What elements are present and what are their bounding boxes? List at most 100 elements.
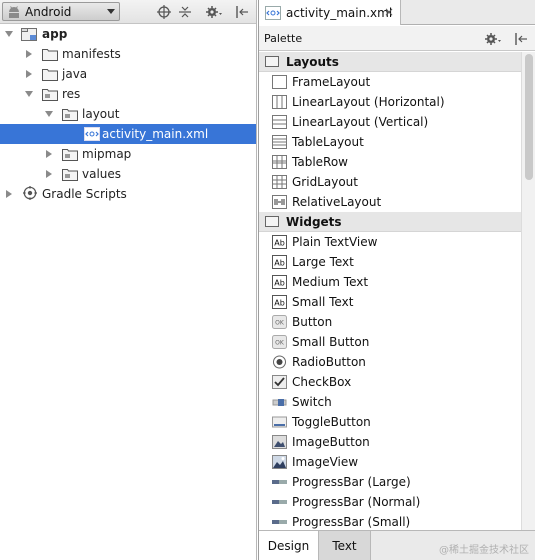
tree-item-res[interactable]: res (0, 84, 256, 104)
tree-item-java[interactable]: java (0, 64, 256, 84)
tree-label-res: res (62, 87, 81, 101)
palette-item-label: Switch (292, 395, 332, 409)
tree-label-manifests: manifests (62, 47, 121, 61)
palette-item-label: RelativeLayout (292, 195, 382, 209)
section-label-widgets: Widgets (286, 214, 342, 229)
watermark: @稀土掘金技术社区 (439, 545, 529, 556)
palette-item[interactable]: ImageButton (259, 432, 521, 452)
project-view-selector[interactable]: Android (2, 2, 120, 21)
palette-item[interactable]: CheckBox (259, 372, 521, 392)
chevron-down-icon[interactable] (25, 91, 33, 97)
svg-text:Ab: Ab (274, 259, 285, 268)
palette-item[interactable]: ProgressBar (Normal) (259, 492, 521, 512)
android-icon (9, 5, 19, 18)
palette-item-label: ToggleButton (292, 415, 371, 429)
palette-item-label: LinearLayout (Vertical) (292, 115, 429, 129)
palette-item[interactable]: RadioButton (259, 352, 521, 372)
hide-panel-icon[interactable] (234, 4, 250, 20)
grid-layout-icon (272, 175, 287, 189)
frame-layout-icon (272, 75, 287, 89)
hide-panel-icon[interactable] (513, 31, 529, 47)
tree-label-values: values (82, 167, 122, 181)
palette-item[interactable]: Ab Medium Text (259, 272, 521, 292)
palette-item[interactable]: TableRow (259, 152, 521, 172)
folder-icon (62, 149, 78, 161)
palette-item[interactable]: TableLayout (259, 132, 521, 152)
palette-item[interactable]: Switch (259, 392, 521, 412)
gear-icon[interactable] (485, 31, 501, 47)
linear-vertical-icon (272, 115, 287, 129)
palette-item[interactable]: ToggleButton (259, 412, 521, 432)
palette-item[interactable]: Ab Plain TextView (259, 232, 521, 252)
project-view-label: Android (25, 4, 72, 19)
tree-label-gradle-scripts: Gradle Scripts (42, 187, 127, 201)
svg-text:Ab: Ab (274, 239, 285, 248)
tree-item-activity-main[interactable]: activity_main.xml (0, 124, 256, 144)
palette-section-widgets[interactable]: Widgets (259, 212, 521, 232)
palette-item[interactable]: Ab Large Text (259, 252, 521, 272)
chevron-down-icon (107, 9, 115, 14)
table-layout-icon (272, 135, 287, 149)
chevron-right-icon[interactable] (46, 170, 52, 178)
palette-item[interactable]: Ab Small Text (259, 292, 521, 312)
svg-text:OK: OK (275, 320, 285, 327)
palette-item[interactable]: ProgressBar (Small) (259, 512, 521, 530)
folder-icon (265, 56, 279, 67)
palette-item[interactable]: FrameLayout (259, 72, 521, 92)
tree-label-mipmap: mipmap (82, 147, 132, 161)
palette-list: Layouts FrameLayout LinearLayout (Horizon… (259, 52, 521, 530)
xml-file-icon (84, 127, 100, 141)
collapse-all-icon[interactable] (177, 4, 193, 20)
chevron-down-icon[interactable] (5, 31, 13, 37)
linear-horizontal-icon (272, 95, 287, 109)
scroll-thumb[interactable] (525, 54, 533, 180)
tree-item-values[interactable]: values (0, 164, 256, 184)
chevron-right-icon[interactable] (6, 190, 12, 198)
project-panel: Android app manifests java res layout ac… (0, 0, 257, 560)
folder-icon (42, 49, 58, 61)
radio-icon (272, 355, 287, 369)
palette-item-label: ImageButton (292, 435, 370, 449)
chevron-right-icon[interactable] (26, 50, 32, 58)
module-folder-icon (21, 28, 37, 41)
palette-item-label: ImageView (292, 455, 359, 469)
palette-item-label: FrameLayout (292, 75, 371, 89)
chevron-down-icon[interactable] (45, 111, 53, 117)
tab-design[interactable]: Design (259, 531, 319, 560)
section-label-layouts: Layouts (286, 54, 339, 69)
image-button-icon (272, 435, 287, 449)
chevron-right-icon[interactable] (26, 70, 32, 78)
tree-item-manifests[interactable]: manifests (0, 44, 256, 64)
palette-item[interactable]: LinearLayout (Vertical) (259, 112, 521, 132)
checkbox-icon (272, 375, 287, 389)
svg-text:OK: OK (275, 340, 285, 347)
text-ab-icon: Ab (272, 275, 287, 289)
palette-section-layouts[interactable]: Layouts (259, 52, 521, 72)
close-icon[interactable]: × (384, 5, 394, 19)
palette-item[interactable]: ImageView (259, 452, 521, 472)
tab-activity-main[interactable]: activity_main.xml × (259, 0, 401, 25)
tree-item-gradle-scripts[interactable]: Gradle Scripts (0, 184, 256, 204)
tree-item-app[interactable]: app (0, 24, 256, 44)
palette-item[interactable]: OK Small Button (259, 332, 521, 352)
svg-text:Ab: Ab (274, 279, 285, 288)
palette-item[interactable]: LinearLayout (Horizontal) (259, 92, 521, 112)
palette-item[interactable]: OK Button (259, 312, 521, 332)
palette-item[interactable]: GridLayout (259, 172, 521, 192)
palette-item-label: ProgressBar (Small) (292, 515, 411, 529)
xml-file-icon (265, 5, 281, 20)
button-ok-icon: OK (272, 315, 287, 329)
tab-text[interactable]: Text (319, 531, 371, 560)
palette-item-label: CheckBox (292, 375, 352, 389)
palette-item[interactable]: ProgressBar (Large) (259, 472, 521, 492)
target-icon[interactable] (156, 4, 172, 20)
tree-item-mipmap[interactable]: mipmap (0, 144, 256, 164)
gear-icon[interactable] (206, 4, 222, 20)
tree-item-layout[interactable]: layout (0, 104, 256, 124)
text-ab-icon: Ab (272, 295, 287, 309)
palette-scrollbar[interactable] (521, 52, 535, 530)
palette-item[interactable]: RelativeLayout (259, 192, 521, 212)
chevron-right-icon[interactable] (46, 150, 52, 158)
tree-label-activity-main: activity_main.xml (102, 127, 209, 141)
palette-item-label: Small Button (292, 335, 370, 349)
